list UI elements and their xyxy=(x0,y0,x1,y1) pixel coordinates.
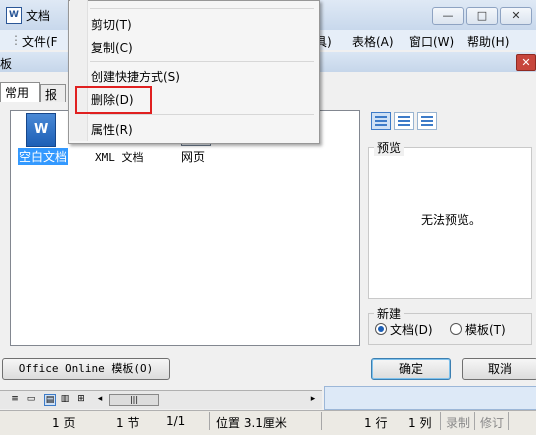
file-item-xml-document[interactable]: XML 文档 xyxy=(95,149,144,165)
status-separator xyxy=(440,412,441,430)
status-section: 1 节 xyxy=(116,416,140,430)
new-template-radio[interactable] xyxy=(450,323,462,335)
new-type-title: 新建 xyxy=(374,305,405,322)
status-page: 1 页 xyxy=(52,416,76,430)
status-separator xyxy=(474,412,475,430)
scroll-left-icon[interactable]: ◂ xyxy=(95,394,105,404)
status-column: 1 列 xyxy=(408,416,432,430)
menu-help[interactable]: 帮助(H) xyxy=(467,33,509,50)
print-layout-view-icon[interactable]: ▤ xyxy=(44,394,56,406)
task-pane-edge xyxy=(324,386,536,410)
context-menu-properties[interactable]: 属性(R) xyxy=(91,121,133,138)
normal-view-icon[interactable]: ≡ xyxy=(10,394,20,404)
tab-report[interactable]: 报 xyxy=(40,84,66,103)
preview-message: 无法预览。 xyxy=(421,213,482,227)
status-separator xyxy=(508,412,509,430)
maximize-button[interactable]: □ xyxy=(466,7,498,25)
file-item-web-page[interactable]: 网页 xyxy=(181,148,205,165)
close-window-button[interactable]: ✕ xyxy=(500,7,532,25)
list-view-icon[interactable] xyxy=(394,112,414,130)
status-separator xyxy=(321,412,322,430)
details-view-icon[interactable] xyxy=(417,112,437,130)
tab-common[interactable]: 常用 xyxy=(0,82,40,103)
large-icons-view-icon[interactable] xyxy=(371,112,391,130)
context-menu-separator xyxy=(90,8,314,9)
status-revise[interactable]: 修订 xyxy=(480,414,504,431)
ok-button[interactable]: 确定 xyxy=(371,358,451,380)
preview-title: 预览 xyxy=(374,139,405,156)
scrollbar-thumb[interactable]: ||| xyxy=(109,394,159,406)
reading-view-icon[interactable]: ⊞ xyxy=(76,394,86,404)
menu-file[interactable]: 文件(F xyxy=(22,33,58,50)
office-online-templates-button[interactable]: Office Online 模板(O) xyxy=(2,358,170,380)
new-template-label[interactable]: 模板(T) xyxy=(465,321,506,338)
dialog-close-button[interactable]: ✕ xyxy=(516,54,536,71)
status-position: 位置 3.1厘米 xyxy=(216,416,287,430)
menu-table[interactable]: 表格(A) xyxy=(352,33,394,50)
outline-view-icon[interactable]: ▥ xyxy=(60,394,70,404)
menu-window[interactable]: 窗口(W) xyxy=(409,33,454,50)
context-menu-copy[interactable]: 复制(C) xyxy=(91,39,133,56)
scroll-right-icon[interactable]: ▸ xyxy=(308,394,318,404)
cancel-button[interactable]: 取消 xyxy=(462,358,536,380)
delete-highlight-box xyxy=(75,86,152,114)
new-document-label[interactable]: 文档(D) xyxy=(390,321,433,338)
status-page-count: 1/1 xyxy=(166,414,186,428)
dialog-title: 板 xyxy=(0,57,13,71)
word-app-icon: W xyxy=(6,7,22,24)
context-menu-gutter xyxy=(70,0,88,141)
context-menu-create-shortcut[interactable]: 创建快捷方式(S) xyxy=(91,68,180,85)
blank-document-icon[interactable] xyxy=(26,113,56,147)
status-separator xyxy=(209,412,210,430)
file-item-blank-document[interactable]: 空白文档 xyxy=(18,148,69,165)
context-menu-separator xyxy=(90,61,314,62)
status-record[interactable]: 录制 xyxy=(446,414,470,431)
context-menu-separator xyxy=(90,114,314,115)
minimize-button[interactable]: — xyxy=(432,7,464,25)
new-document-radio[interactable] xyxy=(375,323,387,335)
web-layout-view-icon[interactable]: ▭ xyxy=(26,394,36,404)
menu-grip-icon: ⋮ xyxy=(10,33,22,47)
app-title: 文档 xyxy=(26,9,51,23)
status-line: 1 行 xyxy=(364,416,388,430)
context-menu-cut[interactable]: 剪切(T) xyxy=(91,16,132,33)
